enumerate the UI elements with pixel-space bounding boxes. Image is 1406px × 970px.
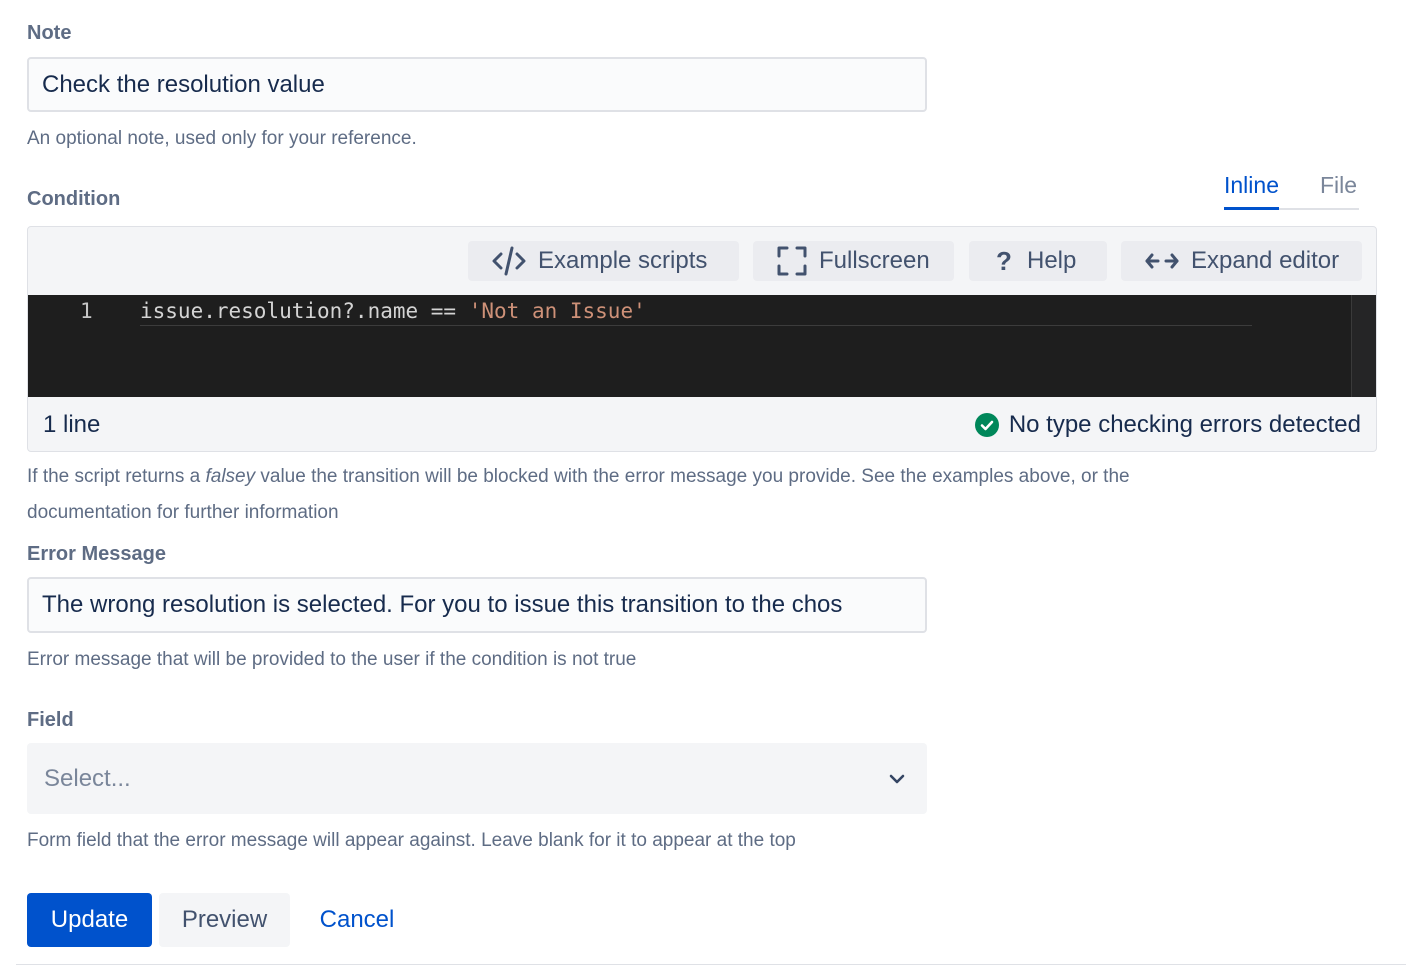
line-number: 1 [80,299,93,323]
condition-help-emphasis: falsey [205,466,256,487]
condition-tabs: Inline File [1224,170,1359,210]
cancel-button-label: Cancel [319,906,395,933]
example-scripts-button[interactable]: Example scripts [468,241,739,281]
field-select[interactable]: Select... [27,743,927,814]
note-label: Note [27,22,72,44]
condition-help-text: If the script returns a falsey value the… [27,459,1377,531]
condition-help-line-2: documentation for further information [27,502,339,523]
bottom-divider [16,964,1406,965]
update-button-label: Update [50,906,129,933]
fullscreen-label: Fullscreen [819,247,930,274]
expand-arrows-icon [1145,251,1179,271]
preview-button[interactable]: Preview [159,893,290,947]
help-button[interactable]: ? Help [969,241,1107,281]
expand-editor-button[interactable]: Expand editor [1121,241,1362,281]
chevron-down-icon [889,774,905,784]
condition-help-part-1: If the script returns a [27,466,206,487]
check-circle-icon [974,413,999,437]
condition-help-part-2: value the transition will be blocked wit… [255,466,1130,487]
error-message-value: The wrong resolution is selected. For yo… [42,591,843,618]
script-editor: Example scripts Fullscreen ? Help Expand… [27,226,1377,452]
code-line: issue.resolution?.name == 'Not an Issue' [140,299,646,323]
note-input[interactable]: Check the resolution value [27,57,927,112]
field-help-text: Form field that the error message will a… [27,830,796,851]
error-message-input[interactable]: The wrong resolution is selected. For yo… [27,577,927,633]
question-icon: ? [996,245,1012,276]
field-label: Field [27,709,74,731]
error-message-label: Error Message [27,543,166,565]
code-expression: issue.resolution?.name == [140,299,457,323]
tab-inline[interactable]: Inline [1224,172,1279,210]
code-scrollbar[interactable] [1351,295,1376,397]
field-select-placeholder: Select... [44,764,131,792]
help-label: Help [1027,247,1077,274]
type-check-message: No type checking errors detected [1008,411,1361,438]
fullscreen-button[interactable]: Fullscreen [753,241,954,281]
error-message-help-text: Error message that will be provided to t… [27,649,637,670]
example-scripts-label: Example scripts [538,247,708,274]
preview-button-label: Preview [181,906,268,933]
code-icon [492,246,526,276]
cancel-button[interactable]: Cancel [300,893,414,947]
code-editor[interactable]: 1 issue.resolution?.name == 'Not an Issu… [28,295,1376,397]
tab-inline-label: Inline [1224,172,1279,198]
line-count: 1 line [43,411,101,438]
update-button[interactable]: Update [27,893,152,947]
tab-file-label: File [1320,172,1358,198]
editor-status-bar: 1 line No type checking errors detected [28,397,1376,451]
code-string: 'Not an Issue' [468,299,646,323]
tab-file[interactable]: File [1320,172,1357,199]
type-check-status: No type checking errors detected [974,411,1361,439]
note-input-value: Check the resolution value [42,70,325,98]
fullscreen-icon [777,246,807,276]
condition-label: Condition [27,188,121,210]
note-help-text: An optional note, used only for your ref… [27,128,417,149]
expand-editor-label: Expand editor [1191,247,1340,274]
